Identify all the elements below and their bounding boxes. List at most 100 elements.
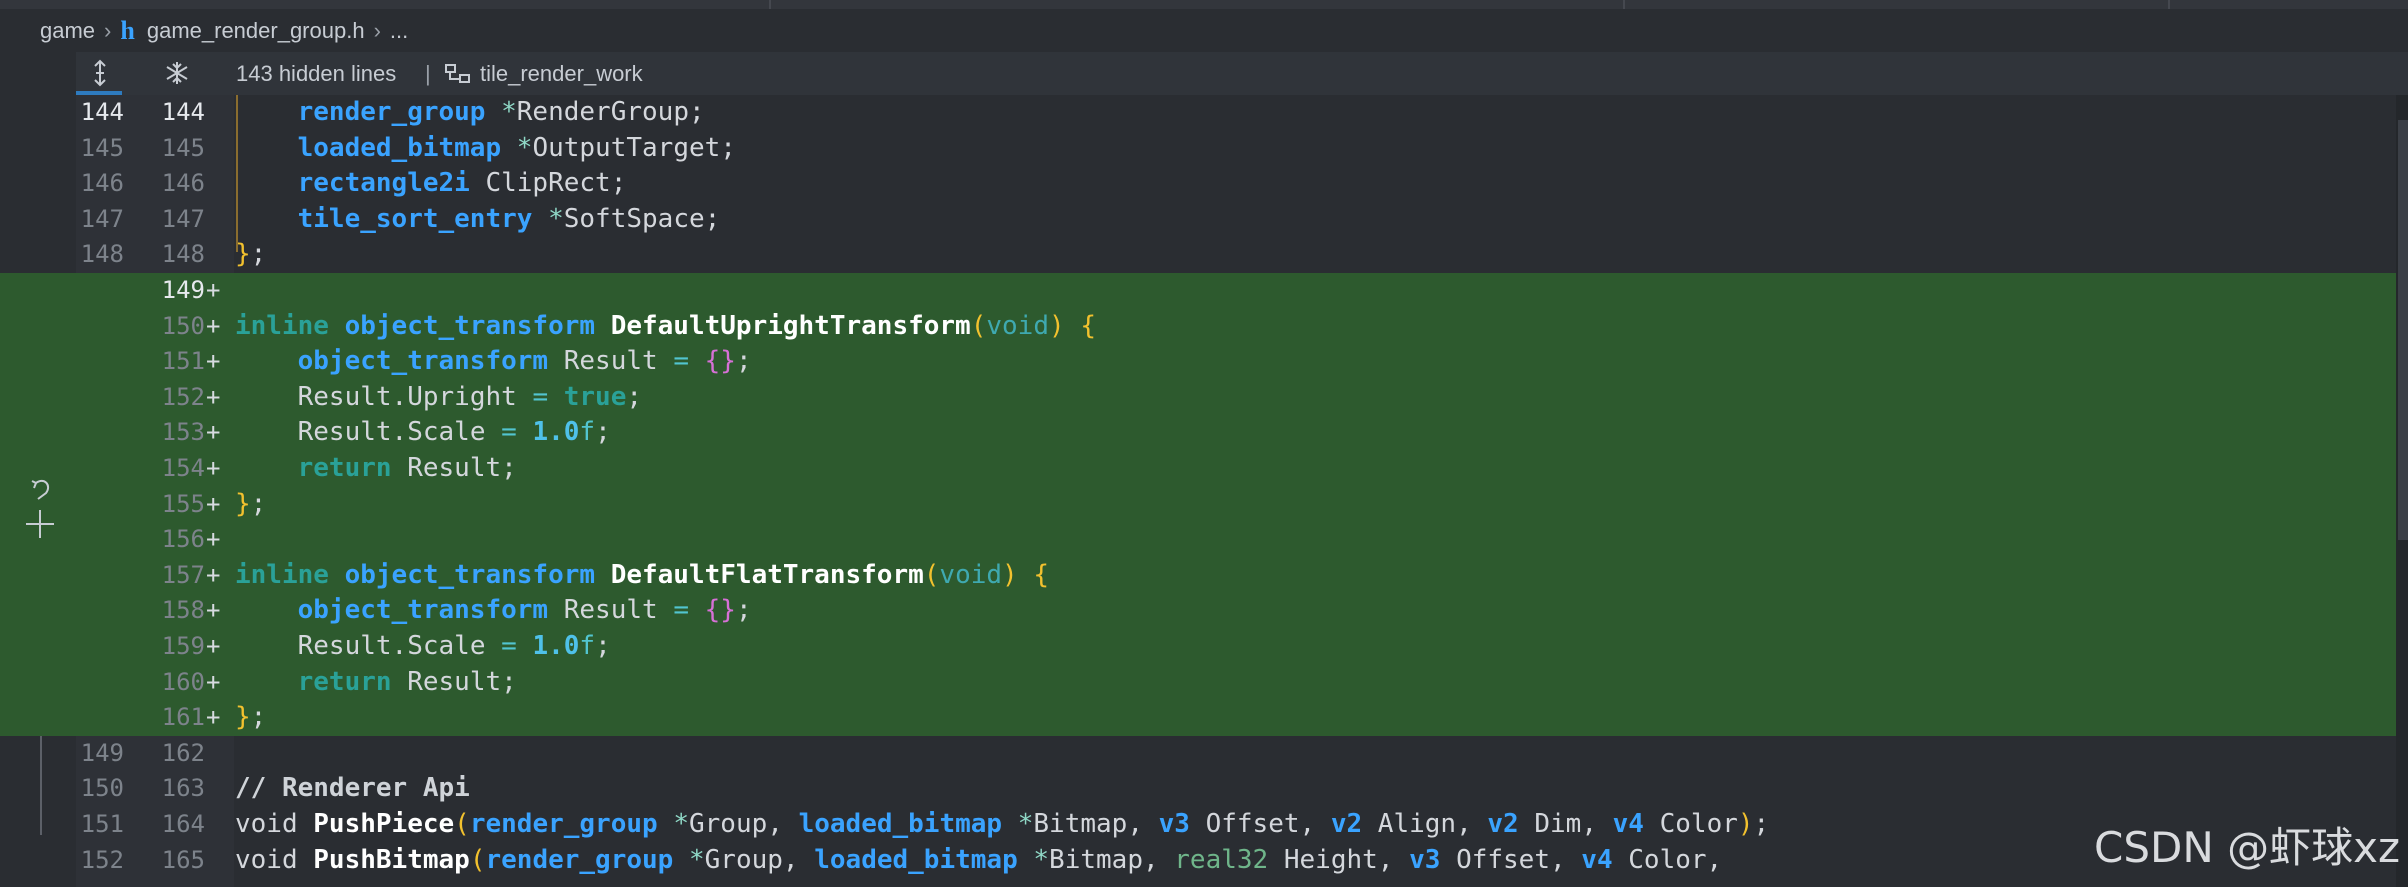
new-line-number: 145 bbox=[161, 133, 205, 162]
added-line-marker: + bbox=[206, 703, 221, 732]
code-line[interactable]: 152 165 void PushBitmap(render_group *Grou… bbox=[0, 843, 2408, 879]
added-code-line[interactable]: 152 + Result.Upright = true; bbox=[0, 379, 2408, 416]
new-line-number: 155 bbox=[161, 489, 205, 518]
added-code-line[interactable]: 151 + object_transform Result = {}; bbox=[0, 344, 2408, 380]
chevron-right-icon: › bbox=[104, 17, 112, 43]
new-line-number: 165 bbox=[161, 845, 205, 874]
code-text[interactable]: render_group *RenderGroup; bbox=[235, 95, 705, 131]
added-code-line[interactable]: 158 + object_transform Result = {}; bbox=[0, 593, 2408, 629]
struct-symbol-icon bbox=[445, 64, 470, 83]
old-line-number bbox=[76, 522, 124, 558]
old-line-number: 144 bbox=[80, 98, 124, 126]
new-line-number: 149 bbox=[161, 276, 205, 304]
hidden-lines-label[interactable]: 143 hidden lines bbox=[236, 61, 396, 87]
added-line-marker: + bbox=[206, 276, 221, 304]
old-line-number bbox=[76, 309, 124, 345]
old-line-number bbox=[76, 451, 124, 487]
symbol-breadcrumb[interactable]: tile_render_work bbox=[480, 61, 643, 87]
added-line-marker: + bbox=[206, 382, 221, 411]
code-text[interactable]: }; bbox=[235, 487, 266, 523]
old-line-number: 151 bbox=[80, 810, 124, 838]
fold-hidden-lines-icon[interactable] bbox=[164, 60, 190, 86]
new-line-number: 161 bbox=[161, 703, 205, 732]
old-line-number bbox=[76, 487, 124, 523]
header-file-icon: h bbox=[120, 15, 135, 45]
new-line-number: 146 bbox=[161, 169, 205, 198]
old-line-number bbox=[76, 665, 124, 701]
breadcrumb-more[interactable]: ... bbox=[390, 18, 408, 44]
added-code-line[interactable]: 156 + bbox=[0, 522, 2408, 558]
new-line-number: 147 bbox=[161, 204, 205, 233]
old-line-number: 147 bbox=[80, 204, 124, 233]
code-text[interactable]: // Renderer Api bbox=[235, 771, 470, 807]
added-line-marker: + bbox=[206, 525, 221, 554]
old-line-number bbox=[76, 700, 124, 736]
revert-change-icon[interactable] bbox=[28, 475, 56, 505]
breadcrumb-folder[interactable]: game bbox=[40, 18, 95, 44]
new-line-number: 144 bbox=[161, 98, 205, 126]
new-line-number: 162 bbox=[161, 738, 205, 767]
scrollbar-thumb[interactable] bbox=[2398, 120, 2408, 540]
added-line-marker: + bbox=[206, 311, 221, 340]
added-code-line[interactable]: 153 + Result.Scale = 1.0f; bbox=[0, 415, 2408, 451]
watermark: CSDN @虾球xz bbox=[2094, 823, 2400, 872]
code-text[interactable]: return Result; bbox=[235, 665, 517, 701]
added-line-marker: + bbox=[206, 560, 221, 589]
code-text[interactable]: Result.Scale = 1.0f; bbox=[235, 629, 611, 665]
tab-divider bbox=[769, 0, 771, 9]
code-line[interactable]: 151 164 void PushPiece(render_group *Group… bbox=[0, 807, 2408, 843]
added-line-marker: + bbox=[206, 632, 221, 660]
added-code-line[interactable]: 157 + inline object_transform DefaultFlatT… bbox=[0, 557, 2408, 594]
code-text[interactable]: inline object_transform DefaultFlatTrans… bbox=[235, 558, 1049, 594]
new-line-number: 158 bbox=[161, 596, 205, 625]
code-text[interactable]: return Result; bbox=[235, 451, 517, 487]
added-code-line[interactable]: 149 + bbox=[0, 273, 2408, 309]
old-line-number bbox=[76, 629, 124, 665]
old-line-number bbox=[76, 558, 124, 594]
code-text[interactable]: tile_sort_entry *SoftSpace; bbox=[235, 202, 721, 238]
title-bar bbox=[0, 0, 2408, 9]
expand-lines-icon[interactable] bbox=[90, 58, 110, 88]
code-line[interactable]: 147 147 tile_sort_entry *SoftSpace; bbox=[0, 202, 2408, 238]
added-code-line[interactable]: 159 + Result.Scale = 1.0f; bbox=[0, 629, 2408, 665]
code-text[interactable]: Result.Scale = 1.0f; bbox=[235, 415, 611, 451]
tab-divider bbox=[1623, 0, 1625, 9]
code-text[interactable]: rectangle2i ClipRect; bbox=[235, 166, 627, 202]
added-code-line[interactable]: 150 + inline object_transform DefaultUprig… bbox=[0, 308, 2408, 345]
added-line-marker: + bbox=[206, 489, 221, 518]
old-line-number: 145 bbox=[80, 133, 124, 162]
old-line-number: 149 bbox=[80, 738, 124, 767]
breadcrumb-file[interactable]: game_render_group.h bbox=[147, 18, 365, 44]
code-line[interactable]: 146 146 rectangle2i ClipRect; bbox=[0, 166, 2408, 202]
added-code-line[interactable]: 154 + return Result; bbox=[0, 451, 2408, 487]
added-code-line[interactable]: 155 +}; bbox=[0, 486, 2408, 523]
code-text[interactable]: inline object_transform DefaultUprightTr… bbox=[235, 309, 1096, 345]
stage-change-icon[interactable] bbox=[24, 508, 56, 540]
code-text[interactable]: void PushBitmap(render_group *Group, loa… bbox=[235, 843, 1722, 879]
code-text[interactable]: void PushPiece(render_group *Group, load… bbox=[235, 807, 1769, 843]
code-line[interactable]: 149 162 bbox=[0, 736, 2408, 772]
added-code-line[interactable]: 161 +}; bbox=[0, 700, 2408, 736]
breadcrumb: game › h game_render_group.h › ... bbox=[0, 9, 2408, 52]
old-line-number: 152 bbox=[80, 845, 124, 874]
new-line-number: 152 bbox=[161, 382, 205, 411]
code-text[interactable]: }; bbox=[235, 237, 266, 273]
old-line-number: 150 bbox=[80, 774, 124, 803]
code-line[interactable]: 148 148}; bbox=[0, 237, 2408, 273]
code-editor[interactable]: 144 144 render_group *RenderGroup; 145 145 … bbox=[0, 95, 2408, 887]
code-text[interactable]: loaded_bitmap *OutputTarget; bbox=[235, 131, 736, 167]
code-line[interactable]: 144 144 render_group *RenderGroup; bbox=[0, 95, 2408, 131]
code-text[interactable]: object_transform Result = {}; bbox=[235, 593, 752, 629]
added-code-line[interactable]: 160 + return Result; bbox=[0, 664, 2408, 701]
new-line-number: 148 bbox=[161, 240, 205, 269]
code-text[interactable]: }; bbox=[235, 700, 266, 736]
hidden-lines-bar: 143 hidden lines | tile_render_work bbox=[76, 52, 2408, 95]
new-line-number: 164 bbox=[161, 810, 205, 838]
new-line-number: 163 bbox=[161, 774, 205, 803]
chevron-right-icon: › bbox=[373, 17, 381, 43]
hidden-bar-separator: | bbox=[425, 60, 431, 86]
code-line[interactable]: 150 163 // Renderer Api bbox=[0, 771, 2408, 807]
code-text[interactable]: object_transform Result = {}; bbox=[235, 344, 752, 380]
code-line[interactable]: 145 145 loaded_bitmap *OutputTarget; bbox=[0, 131, 2408, 167]
code-text[interactable]: Result.Upright = true; bbox=[235, 380, 642, 416]
